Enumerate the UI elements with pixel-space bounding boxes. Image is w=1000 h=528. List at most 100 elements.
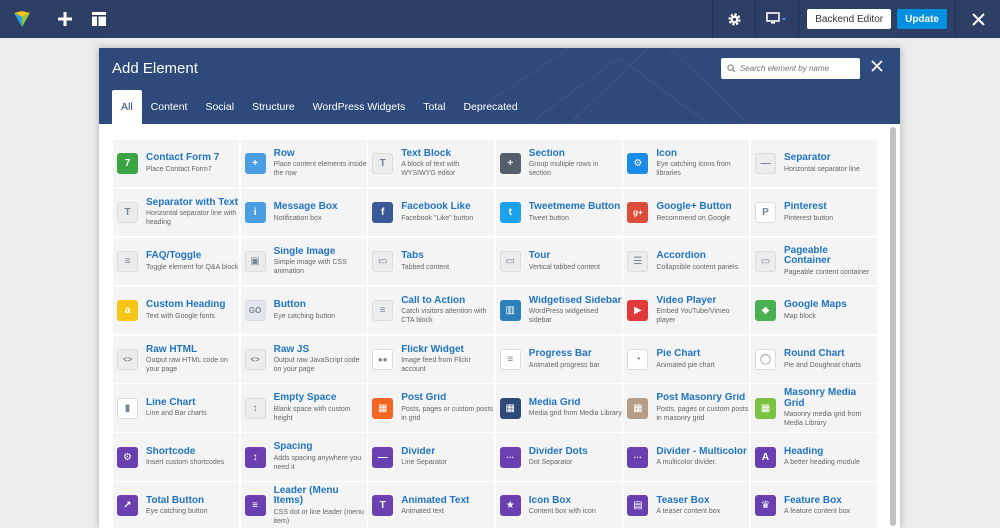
tab-social[interactable]: Social [196,90,243,124]
settings-button[interactable] [713,0,755,38]
element-description: Posts, pages or custom posts in grid [401,405,494,422]
element-description: Output raw HTML code on your page [146,357,228,373]
element-text: Post Grid Posts, pages or custom posts in… [401,393,494,423]
element-pie-chart[interactable]: ◔ Pie Chart Animated pie chart [623,335,750,383]
element-post-grid[interactable]: ▦ Post Grid Posts, pages or custom posts i… [368,384,495,432]
element-name: Google+ Button [656,202,732,213]
element-leader-menu-items[interactable]: ≡ Leader (Menu Items) CSS dot or line lead… [240,482,367,528]
search-box[interactable] [721,58,860,79]
tab-all[interactable]: All [112,90,142,124]
element-google-maps[interactable]: ◆ Google Maps Map block [750,286,877,335]
element-pinterest[interactable]: P Pinterest Pinterest button [750,188,877,237]
element-divider-multicolor[interactable]: ··· Divider - Multicolor A multicolor divi… [623,433,750,481]
element-message-box[interactable]: i Message Box Notification box [240,188,367,237]
element-teaser-box[interactable]: ▤ Teaser Box A teaser content box [623,482,750,528]
element-text: Custom Heading Text with Google fonts [146,300,225,321]
modal-close-button[interactable] [870,59,886,75]
element-tour[interactable]: ▭ Tour Vertical tabbed content [495,237,622,286]
tab-structure[interactable]: Structure [243,90,304,124]
element-tweetmeme-button[interactable]: t Tweetmeme Button Tweet button [495,188,622,237]
element-description: Blank space with custom height [273,405,351,422]
element-name: Section [528,148,565,159]
element-description: Facebook "Like" button [401,214,474,222]
element-facebook-like[interactable]: f Facebook Like Facebook "Like" button [368,188,495,237]
tab-wordpress-widgets[interactable]: WordPress Widgets [304,90,415,124]
tab-total[interactable]: Total [414,90,454,124]
element-text: Divider - Multicolor A multicolor divider… [656,447,747,468]
element-tabs[interactable]: ▭ Tabs Tabbed content [368,237,495,286]
element-feature-box[interactable]: ♛ Feature Box A feature content box [750,482,877,528]
element-text: Flickr Widget Image feed from Flickr acco… [401,345,494,375]
backend-editor-button[interactable]: Backend Editor [807,9,892,29]
element-name: Divider - Multicolor [656,446,747,457]
element-description: Eye catching button [273,312,336,320]
element-post-masonry-grid[interactable]: ▦ Post Masonry Grid Posts, pages or custom… [623,384,750,432]
element-total-button[interactable]: ↗ Total Button Eye catching button [113,482,239,528]
element-name: Icon Box [528,495,572,506]
divider-icon: — [372,446,394,468]
element-text: Spacing Adds spacing anywhere you need it [274,442,367,472]
element-line-chart[interactable]: ▮ Line Chart Line and Bar charts [113,384,239,432]
element-name: Pie Chart [656,349,701,359]
element-widgetised-sidebar[interactable]: ▥ Widgetised Sidebar WordPress widgetised … [495,286,622,335]
heading-a-icon: a [117,299,138,321]
tab-deprecated[interactable]: Deprecated [454,90,526,124]
element-single-image[interactable]: ▣ Single Image Simple image with CSS anima… [240,237,367,286]
element-text-block[interactable]: T Text Block A block of text with WYSIWYG … [368,140,495,188]
element-divider-dots[interactable]: ··· Divider Dots Dot Separator [495,433,622,481]
element-custom-heading[interactable]: a Custom Heading Text with Google fonts [113,286,239,335]
scrollbar-thumb[interactable] [890,127,896,526]
element-media-grid[interactable]: ▦ Media Grid Media grid from Media Library [495,384,622,432]
element-pageable-container[interactable]: ▭ Pageable Container Pageable content cont… [750,237,877,286]
element-heading[interactable]: A Heading A better heading module [750,433,877,481]
element-text: Separator Horizontal separator line [784,153,860,174]
element-icon-box[interactable]: ★ Icon Box Content box with icon [495,482,622,528]
responsive-view-button[interactable] [756,0,798,38]
add-element-button[interactable] [48,0,82,38]
element-name: Divider [401,446,436,457]
plus-icon: + [244,153,266,175]
element-raw-html[interactable]: <> Raw HTML Output raw HTML code on your p… [113,335,239,383]
update-button[interactable]: Update [897,9,947,29]
progress-bar-icon: ≡ [499,348,521,370]
element-name: Button [273,300,306,311]
element-masonry-media-grid[interactable]: ▦ Masonry Media Grid Masonry media grid fr… [750,384,877,432]
element-accordion[interactable]: ☰ Accordion Collapsible content panels [623,237,750,286]
element-text: Tabs Tabbed content [401,251,449,272]
element-separator[interactable]: — Separator Horizontal separator line [750,140,877,188]
element-faq-toggle[interactable]: ≡ FAQ/Toggle Toggle element for Q&A block [113,237,239,286]
element-call-to-action[interactable]: ≡ Call to Action Catch visitors attention … [368,286,495,335]
element-google-button[interactable]: g+ Google+ Button Recommend on Google [623,188,750,237]
element-row[interactable]: + Row Place content elements inside the ro… [240,140,367,188]
element-name: Icon [656,148,677,159]
element-description: Dot Separator [528,459,573,467]
external-link-icon: ↗ [117,495,138,517]
element-contact-form-7[interactable]: 7 Contact Form 7 Place Contact Form7 [113,140,239,188]
element-shortcode[interactable]: ⚙ Shortcode Insert custom shortcodes [113,433,239,481]
element-flickr-widget[interactable]: ●● Flickr Widget Image feed from Flickr ac… [368,335,495,383]
element-animated-text[interactable]: T Animated Text Animated text [368,482,495,528]
element-divider[interactable]: — Divider Line Separator [368,433,495,481]
element-icon[interactable]: ⚙ Icon Eye catching icons from libraries [623,140,750,188]
close-editor-button[interactable] [956,0,1000,38]
element-section[interactable]: + Section Group multiple rows in section [495,140,622,188]
templates-button[interactable] [82,0,116,38]
element-separator-with-text[interactable]: T Separator with Text Horizontal separator… [113,188,239,237]
element-round-chart[interactable]: ◯ Round Chart Pie and Doughnat charts [750,335,877,383]
element-description: Pinterest button [783,214,833,222]
element-button[interactable]: GO Button Eye catching button [240,286,367,335]
element-text: Heading A better heading module [784,447,860,468]
element-raw-js[interactable]: <> Raw JS Output raw JavaScript code on yo… [240,335,367,383]
tab-content[interactable]: Content [142,90,197,124]
element-empty-space[interactable]: ↕ Empty Space Blank space with custom heig… [240,384,367,432]
element-name: Round Chart [783,349,845,359]
element-name: Animated Text [401,495,470,506]
scrollbar[interactable] [890,127,896,526]
element-video-player[interactable]: ▶ Video Player Embed YouTube/Vimeo player [623,286,750,335]
element-text: Widgetised Sidebar WordPress widgetised s… [529,296,622,326]
element-spacing[interactable]: ↕ Spacing Adds spacing anywhere you need i… [240,433,367,481]
element-name: Separator [783,153,831,164]
search-input[interactable] [740,64,850,73]
vc-logo-icon[interactable] [0,0,44,38]
element-progress-bar[interactable]: ≡ Progress Bar Animated progress bar [495,335,622,383]
